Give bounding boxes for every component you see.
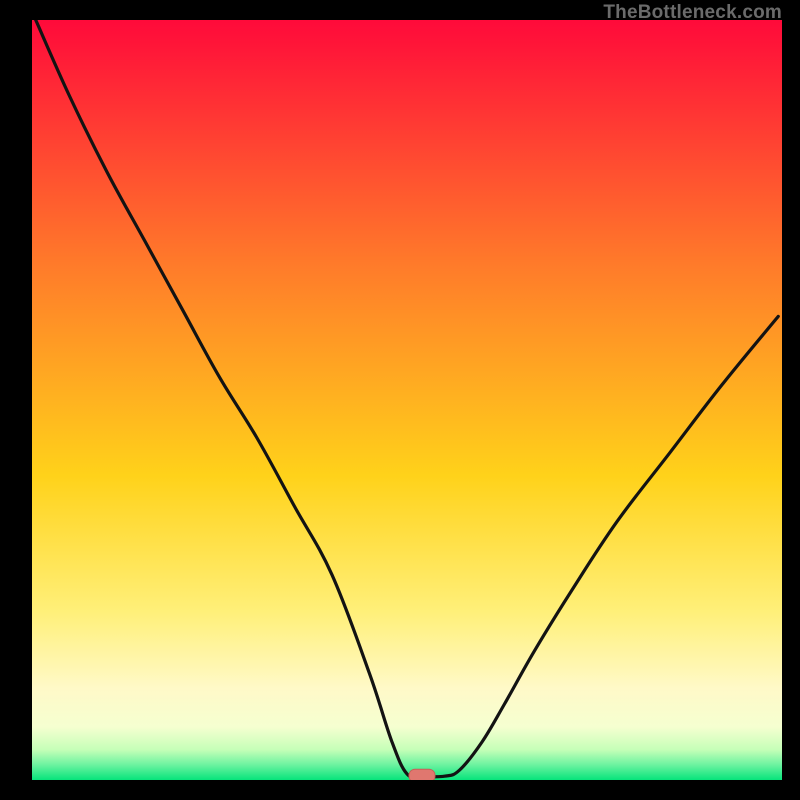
optimal-marker bbox=[409, 769, 435, 780]
plot-area bbox=[32, 20, 782, 780]
chart-svg bbox=[32, 20, 782, 780]
gradient-background bbox=[32, 20, 782, 780]
chart-stage: TheBottleneck.com bbox=[0, 0, 800, 800]
